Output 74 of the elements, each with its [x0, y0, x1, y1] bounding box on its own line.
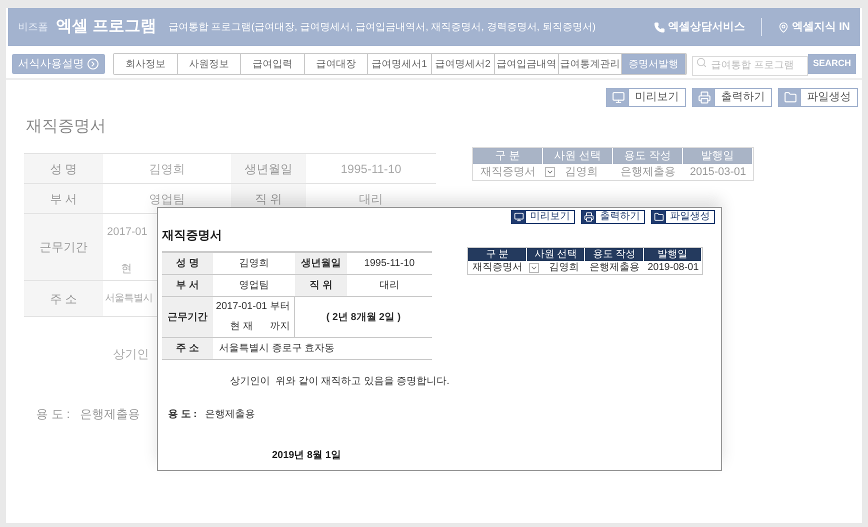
field-label: 성 명 [24, 154, 103, 184]
field-value: 현 재 [230, 322, 253, 332]
toolbar-button[interactable]: 출력하기 [581, 210, 645, 224]
field-label: 주 소 [24, 281, 103, 317]
monitor-icon [612, 91, 624, 104]
column-header: 발행일 [683, 148, 753, 164]
table-cell: 김영희 [565, 166, 598, 178]
field-value: 2017-01-01 [216, 302, 268, 312]
field-value: 은행제출용 [80, 406, 140, 423]
toolbar-button[interactable]: 파일생성 [651, 210, 715, 224]
column-header: 사원 선택 [526, 248, 586, 261]
brand-title: 엑셀 프로그램 [56, 17, 156, 37]
monitor-icon [514, 212, 524, 222]
issue-date: 2019년 8월 1일 [272, 449, 341, 463]
toolbar-button[interactable]: 미리보기 [606, 88, 686, 107]
field-value: 은행제출용 [204, 408, 255, 422]
nav-tab[interactable]: 급여통계관리 [558, 54, 622, 74]
brand-small: 비즈폼 [18, 20, 48, 34]
location-pin-icon [778, 22, 789, 32]
toolbar-button[interactable]: 파일생성 [778, 88, 858, 107]
field-value: 부터 [270, 302, 291, 312]
nav-tab[interactable]: 회사정보 [114, 54, 178, 74]
field-label: 직 위 [295, 275, 347, 297]
table-cell-text: 재직증명서 [480, 164, 536, 180]
column-header: 발행일 [644, 248, 702, 261]
phone-icon [654, 22, 665, 32]
column-header: 용도 작성 [613, 148, 683, 164]
nav-tab[interactable]: 급여입금내역 [495, 54, 558, 74]
table-cell-text: 은행제출용 [620, 164, 676, 180]
field-value: 2017-01 [107, 225, 148, 240]
field-label: 생년월일 [295, 253, 347, 275]
table-cell: 김영희 [548, 262, 579, 272]
column-header: 구 분 [468, 248, 527, 261]
chevron-circle-icon [87, 58, 99, 70]
dropdown-button[interactable] [528, 262, 539, 272]
field-label: 용 도 : [36, 406, 70, 423]
document-title: 재직증명서 [162, 227, 223, 244]
field-label: 성 명 [162, 253, 213, 275]
search-field[interactable]: 급여통합 프로그램 [692, 56, 808, 76]
field-label: 근무기간 [24, 214, 103, 281]
field-label: 용 도 : [168, 408, 197, 422]
toolbar-button[interactable]: 출력하기 [692, 88, 772, 107]
field-label: 생년월일 [231, 154, 306, 184]
printer-icon [698, 91, 710, 104]
printer-icon [584, 212, 594, 222]
field-value: 서울특별시 [105, 292, 152, 306]
table-cell-text: 재직증명서 [472, 261, 524, 274]
field-value: 1995-11-10 [306, 154, 436, 184]
field-value: 서울특별시 종로구 효자동 [219, 342, 335, 356]
field-value: 1995-11-10 [347, 253, 432, 275]
field-value: 현 [121, 262, 132, 276]
field-value: 까지 [270, 322, 291, 332]
table-cell-text: 은행제출용 [588, 261, 641, 274]
field-label: 부 서 [24, 184, 103, 214]
table-cell-text: 2019-08-01 [646, 261, 700, 274]
caret-icon [546, 168, 554, 176]
dropdown-button[interactable] [545, 167, 555, 177]
search-icon [696, 57, 707, 68]
header-subtitle: 급여통합 프로그램(급여대장, 급여명세서, 급여입금내역서, 재직증명서, 경력증명서, 퇴직증명서) [168, 20, 596, 34]
statement-text: 상기인 [113, 346, 149, 363]
document-title: 재직증명서 [26, 117, 107, 137]
folder-icon [784, 91, 796, 104]
field-label: 부 서 [162, 275, 213, 297]
column-header: 사원 선택 [543, 148, 613, 164]
duration-text: ( 2년 8개월 2일 ) [326, 310, 401, 324]
column-header: 구 분 [473, 148, 543, 164]
field-label: 주 소 [162, 338, 213, 360]
folder-icon [654, 212, 664, 222]
toolbar-button[interactable]: 미리보기 [511, 210, 575, 224]
field-value: 대리 [347, 275, 432, 297]
statement-text: 상기인이 위와 같이 재직하고 있음을 증명합니다. [230, 375, 450, 389]
column-header: 용도 작성 [585, 248, 644, 261]
field-label: 근무기간 [162, 297, 213, 338]
table-cell-text: 2015-03-01 [688, 164, 748, 180]
